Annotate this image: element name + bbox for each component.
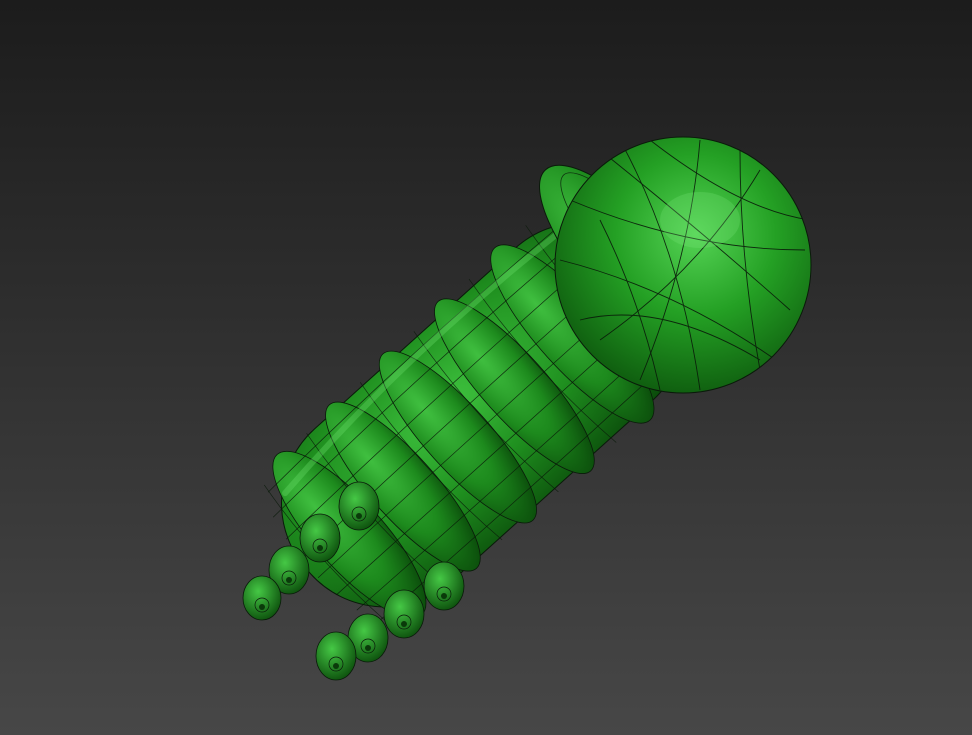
viewport-canvas[interactable]	[0, 0, 972, 735]
nodule	[299, 513, 341, 563]
nodule	[242, 575, 282, 621]
nodule	[315, 631, 357, 681]
nodule	[338, 481, 380, 531]
nodule	[423, 561, 465, 611]
nodule	[383, 589, 425, 639]
3d-viewport[interactable]	[0, 0, 972, 735]
green-mesh-model[interactable]	[231, 136, 812, 681]
head-dome	[554, 136, 812, 394]
